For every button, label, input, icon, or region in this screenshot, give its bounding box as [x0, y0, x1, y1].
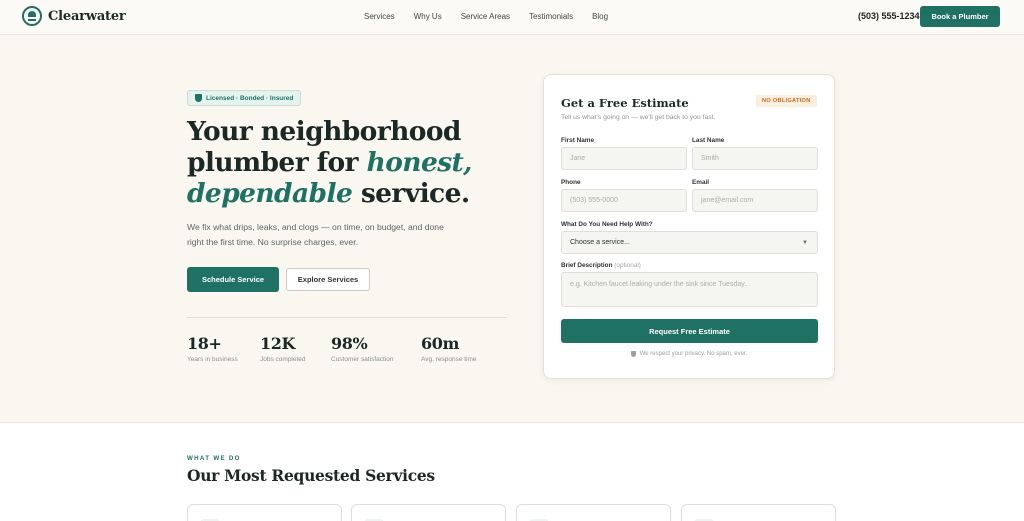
stat-value: 18+ — [187, 334, 222, 353]
nav-links: Services Why Us Service Areas Testimonia… — [364, 12, 608, 21]
hero-title-part2: service. — [352, 178, 470, 209]
description-label-text: Brief Description — [561, 262, 613, 269]
description-textarea[interactable]: e.g. Kitchen faucet leaking under the si… — [561, 272, 818, 307]
water-drop-logo-icon — [22, 6, 42, 26]
stat-response-time: 60m Avg. response time — [421, 334, 477, 363]
stat-jobs: 12K Jobs completed — [260, 334, 306, 363]
service-card[interactable] — [681, 504, 836, 521]
nav-link-why-us[interactable]: Why Us — [414, 12, 442, 21]
book-plumber-button[interactable]: Book a Plumber — [920, 6, 1000, 27]
section-title: Our Most Requested Services — [187, 466, 435, 485]
service-card[interactable] — [187, 504, 342, 521]
optional-hint: (optional) — [614, 262, 641, 269]
email-label: Email — [692, 179, 710, 186]
stat-label: Jobs completed — [260, 356, 306, 363]
brand-logo[interactable]: Clearwater — [22, 6, 126, 26]
shield-icon — [630, 351, 636, 357]
request-estimate-button[interactable]: Request Free Estimate — [561, 319, 818, 343]
schedule-service-button[interactable]: Schedule Service — [187, 267, 279, 292]
last-name-input[interactable]: Smith — [692, 147, 818, 170]
form-title: Get a Free Estimate — [561, 96, 689, 110]
stat-satisfaction: 98% Customer satisfaction — [331, 334, 394, 363]
last-name-label: Last Name — [692, 137, 725, 144]
stat-years: 18+ Years in business — [187, 334, 238, 363]
stat-label: Customer satisfaction — [331, 356, 394, 363]
privacy-text: We respect your privacy. No spam, ever. — [639, 351, 748, 357]
stat-value: 60m — [421, 334, 459, 353]
form-subtitle: Tell us what's going on — we'll get back… — [561, 114, 716, 121]
phone-input[interactable]: (503) 555-0000 — [561, 189, 687, 212]
service-select-value: Choose a service... — [570, 239, 630, 246]
email-input[interactable]: jane@email.com — [692, 189, 818, 212]
hero-subtitle: We fix what drips, leaks, and clogs — on… — [187, 222, 444, 247]
description-label: Brief Description (optional) — [561, 262, 641, 269]
service-card[interactable] — [516, 504, 671, 521]
brand-name: Clearwater — [48, 8, 126, 24]
phone-label: Phone — [561, 179, 581, 186]
nav-link-services[interactable]: Services — [364, 12, 395, 21]
stat-value: 12K — [260, 334, 295, 353]
trust-badge: Licensed · Bonded · Insured — [187, 90, 302, 106]
first-name-label: First Name — [561, 137, 595, 144]
nav-link-testimonials[interactable]: Testimonials — [529, 12, 573, 21]
explore-services-button[interactable]: Explore Services — [286, 268, 370, 291]
hero-title: Your neighborhood plumber for honest, de… — [187, 116, 487, 209]
service-select-label: What Do You Need Help With? — [561, 221, 653, 228]
service-card[interactable] — [351, 504, 506, 521]
no-obligation-badge: NO OBLIGATION — [756, 95, 817, 107]
privacy-note: We respect your privacy. No spam, ever. — [544, 351, 834, 357]
top-navigation: Clearwater Services Why Us Service Areas… — [0, 0, 1024, 35]
phone-number-link[interactable]: (503) 555-1234 — [858, 11, 920, 21]
chevron-down-icon: ▼ — [802, 239, 808, 246]
estimate-form-card: Get a Free Estimate NO OBLIGATION Tell u… — [543, 74, 835, 379]
stat-value: 98% — [331, 334, 368, 353]
nav-link-service-areas[interactable]: Service Areas — [461, 12, 510, 21]
shield-check-icon — [195, 94, 202, 102]
stat-label: Avg. response time — [421, 356, 477, 363]
service-select[interactable]: Choose a service... ▼ — [561, 231, 818, 254]
first-name-input[interactable]: Jane — [561, 147, 687, 170]
stat-label: Years in business — [187, 356, 238, 363]
services-section: WHAT WE DO Our Most Requested Services — [0, 422, 1024, 521]
nav-link-blog[interactable]: Blog — [592, 12, 608, 21]
section-eyebrow: WHAT WE DO — [187, 455, 241, 462]
trust-badge-label: Licensed · Bonded · Insured — [206, 94, 294, 102]
hero-divider — [187, 317, 507, 318]
